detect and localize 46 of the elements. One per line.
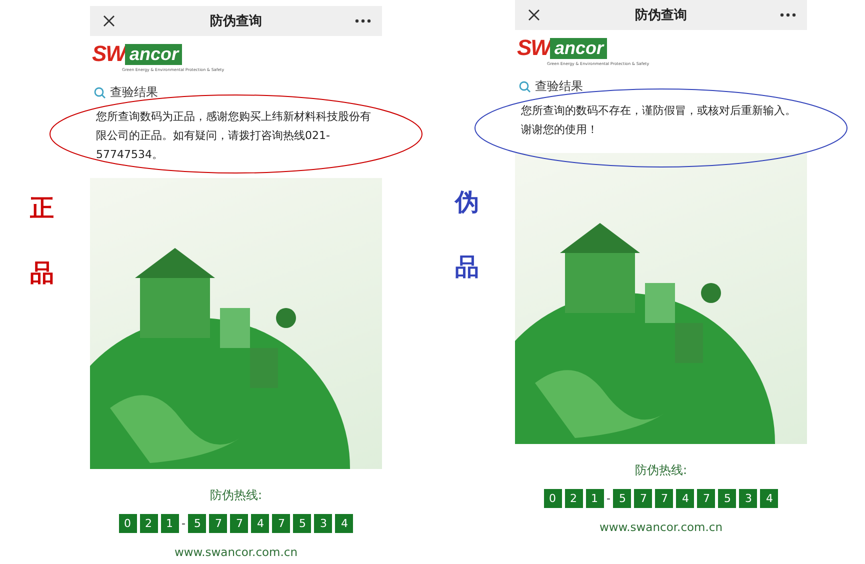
- hotline-digit: 7: [230, 514, 248, 533]
- hotline-digit: 5: [293, 514, 312, 533]
- result-heading: 查验结果: [535, 78, 583, 95]
- hotline-separator: -: [606, 492, 610, 505]
- close-icon: [528, 9, 540, 21]
- hotline-digit: 1: [160, 514, 178, 533]
- hotline-digit: 4: [676, 489, 694, 508]
- close-icon: [103, 15, 115, 27]
- brand-logo: SWancor: [92, 41, 382, 67]
- sun-icon: [276, 308, 296, 328]
- hotline-digit: 4: [760, 489, 778, 508]
- hotline-digit: 3: [314, 514, 332, 533]
- hotline-digit: 3: [739, 489, 758, 508]
- more-icon: [355, 19, 371, 23]
- website-link[interactable]: www.swancor.com.cn: [515, 520, 807, 534]
- hotline-label: 防伪热线:: [634, 462, 688, 479]
- hotline-digit: 7: [209, 514, 228, 533]
- brand-logo: SWancor: [517, 35, 807, 61]
- hotline-digit: 2: [564, 489, 582, 508]
- annotation-label: 伪品: [455, 186, 479, 283]
- hotline-digit: 7: [272, 514, 290, 533]
- website-link[interactable]: www.swancor.com.cn: [90, 545, 382, 559]
- window-title: 防伪查询: [210, 13, 262, 30]
- sun-icon: [701, 283, 721, 303]
- search-icon: [519, 80, 531, 92]
- result-message: 您所查询数码为正品，感谢您购买上纬新材料科技股份有限公司的正品。如有疑问，请拨打咨询热线021-57747534。: [96, 109, 372, 163]
- result-heading: 查验结果: [110, 84, 158, 101]
- hotline-digit: 2: [140, 514, 158, 533]
- hotline-label: 防伪热线:: [208, 487, 264, 504]
- hotline-digit: 4: [335, 514, 354, 533]
- hotline-digit: 1: [586, 489, 604, 508]
- hotline-digit: 7: [655, 489, 674, 508]
- hotline-digit: 5: [613, 489, 632, 508]
- result-message: 您所查询的数码不存在，谨防假冒，或核对后重新输入。谢谢您的使用！: [521, 103, 797, 138]
- hotline-separator: -: [182, 517, 186, 530]
- search-icon: [94, 86, 106, 98]
- more-icon: [780, 13, 796, 17]
- hotline-digit: 4: [251, 514, 270, 533]
- hotline-digit: 0: [118, 514, 136, 533]
- window-title: 防伪查询: [635, 7, 687, 24]
- hotline-digit: 7: [634, 489, 652, 508]
- hotline-digit: 5: [188, 514, 206, 533]
- hotline-digit: 7: [697, 489, 716, 508]
- hotline-digit: 0: [544, 489, 562, 508]
- annotation-label: 正品: [30, 192, 54, 289]
- hotline-digit: 5: [718, 489, 736, 508]
